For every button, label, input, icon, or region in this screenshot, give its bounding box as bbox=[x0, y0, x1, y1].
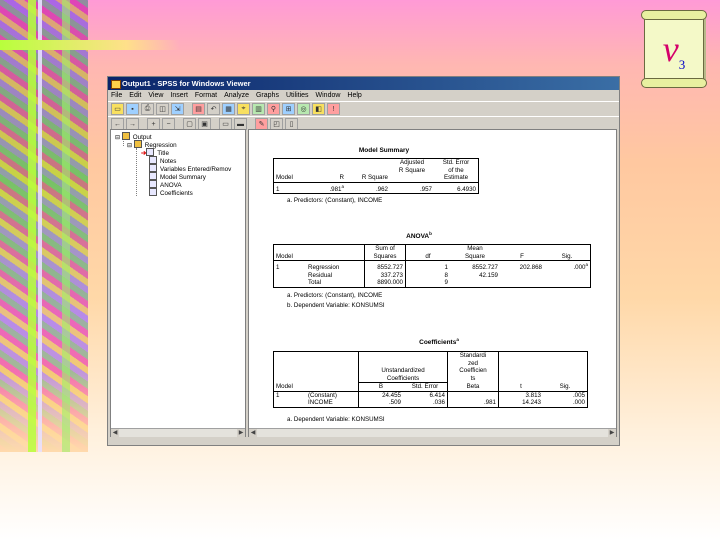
scroll-right-icon[interactable]: ▶ bbox=[608, 429, 616, 437]
toolbar-1: ▭ ▪ ⎙ ◫ ⇲ ▤ ↶ ▦ ⌖ ▥ ⚲ ⊞ ◎ ◧ ! bbox=[108, 101, 619, 116]
hdr-model: Model bbox=[273, 174, 306, 183]
table-row: INCOME .509 .036 .981 14.243 .000 bbox=[273, 399, 588, 408]
menu-format[interactable]: Format bbox=[195, 90, 217, 101]
table-row: Total 8890.000 9 bbox=[273, 279, 591, 288]
anova-table: Sum of Mean Model Squares df Square F Si… bbox=[273, 244, 591, 288]
book-icon bbox=[121, 132, 130, 140]
page-icon bbox=[149, 164, 157, 172]
spss-viewer-window: Output1 - SPSS for Windows Viewer File E… bbox=[107, 76, 620, 446]
page-icon bbox=[149, 188, 157, 196]
page-icon bbox=[146, 148, 155, 156]
outline-hscrollbar[interactable]: ◀ ▶ bbox=[111, 428, 245, 437]
undo-icon[interactable]: ↶ bbox=[207, 103, 220, 115]
badge-letter: v bbox=[662, 29, 679, 69]
coefficients-table: Standardi zed Unstandardized Coefficien bbox=[273, 351, 588, 408]
book-icon bbox=[133, 140, 142, 148]
model-summary-table: Adjusted Std. Error R Square of the Mode… bbox=[273, 158, 479, 195]
app-icon bbox=[111, 80, 121, 89]
footnote: a. Predictors: (Constant), INCOME bbox=[287, 197, 383, 204]
page-icon bbox=[149, 156, 157, 164]
export-icon[interactable]: ⇲ bbox=[171, 103, 184, 115]
hdr-model: Model bbox=[273, 252, 306, 261]
table-row: 1 (Constant) 24.455 6.414 3.813 .005 bbox=[273, 391, 588, 399]
menu-help[interactable]: Help bbox=[347, 90, 361, 101]
badge-subscript: 3 bbox=[678, 57, 686, 73]
weight-cases-icon[interactable]: ◧ bbox=[312, 103, 325, 115]
table-row: 1 Regression 8552.727 1 8552.727 202.868… bbox=[273, 260, 591, 272]
menu-utilities[interactable]: Utilities bbox=[286, 90, 309, 101]
split-file-icon[interactable]: ◎ bbox=[297, 103, 310, 115]
footnote: a. Predictors: (Constant), INCOME bbox=[287, 292, 383, 299]
hdr-adjusted: Adjusted bbox=[390, 158, 434, 167]
model-summary-title: Model Summary bbox=[358, 147, 410, 154]
slide-number-badge: v3 bbox=[641, 10, 707, 88]
save-icon[interactable]: ▪ bbox=[126, 103, 139, 115]
anova-title: ANOVAb bbox=[406, 231, 432, 241]
print-preview-icon[interactable]: ◫ bbox=[156, 103, 169, 115]
scroll-left-icon[interactable]: ◀ bbox=[111, 429, 119, 437]
table-row: Residual 337.273 8 42.159 bbox=[273, 271, 591, 280]
decorative-bar bbox=[0, 40, 180, 50]
menu-window[interactable]: Window bbox=[316, 90, 341, 101]
insert-cases-icon[interactable]: ⊞ bbox=[282, 103, 295, 115]
menu-graphs[interactable]: Graphs bbox=[256, 90, 279, 101]
hdr-model: Model bbox=[273, 382, 306, 392]
open-icon[interactable]: ▭ bbox=[111, 103, 124, 115]
table-row: 1 .981a .962 .957 6.4930 bbox=[273, 182, 479, 195]
output-hscrollbar[interactable]: ◀ ▶ bbox=[249, 428, 616, 437]
variables-icon[interactable]: ▥ bbox=[252, 103, 265, 115]
output-pane: Model Summary Adjusted Std. Error R Squa… bbox=[248, 129, 617, 437]
hdr-std-error: Std. Error bbox=[434, 158, 479, 167]
goto-case-icon[interactable]: ⌖ bbox=[237, 103, 250, 115]
decorative-bar bbox=[28, 0, 36, 452]
menu-insert[interactable]: Insert bbox=[170, 90, 188, 101]
page-icon bbox=[149, 172, 157, 180]
menu-bar: File Edit View Insert Format Analyze Gra… bbox=[108, 90, 619, 101]
outline-pane: ⊟ Output ⊟ Regression ➔ Title Notes Varia… bbox=[110, 129, 246, 437]
coefficients-title: Coefficientsa bbox=[419, 337, 459, 347]
decorative-background-strip bbox=[0, 0, 88, 452]
decorative-bar bbox=[38, 0, 42, 452]
hdr-r: R bbox=[306, 174, 346, 183]
footnote: b. Dependent Variable: KONSUMSI bbox=[287, 302, 385, 309]
scroll-right-icon[interactable]: ▶ bbox=[237, 429, 245, 437]
page-icon bbox=[149, 180, 157, 188]
recall-dialog-icon[interactable]: ▤ bbox=[192, 103, 205, 115]
scroll-left-icon[interactable]: ◀ bbox=[249, 429, 257, 437]
menu-view[interactable]: View bbox=[148, 90, 163, 101]
menu-edit[interactable]: Edit bbox=[129, 90, 141, 101]
window-titlebar[interactable]: Output1 - SPSS for Windows Viewer bbox=[108, 77, 619, 90]
goto-data-icon[interactable]: ▦ bbox=[222, 103, 235, 115]
hdr-r-square: R Square bbox=[346, 174, 390, 183]
alert-icon[interactable]: ! bbox=[327, 103, 340, 115]
print-icon[interactable]: ⎙ bbox=[141, 103, 154, 115]
find-icon[interactable]: ⚲ bbox=[267, 103, 280, 115]
tree-item-coefficients[interactable]: Coefficients bbox=[149, 188, 193, 197]
decorative-bar bbox=[62, 0, 70, 452]
window-title: Output1 - SPSS for Windows Viewer bbox=[122, 79, 251, 88]
footnote: a. Dependent Variable: KONSUMSI bbox=[287, 416, 385, 423]
menu-file[interactable]: File bbox=[111, 90, 122, 101]
menu-analyze[interactable]: Analyze bbox=[224, 90, 249, 101]
